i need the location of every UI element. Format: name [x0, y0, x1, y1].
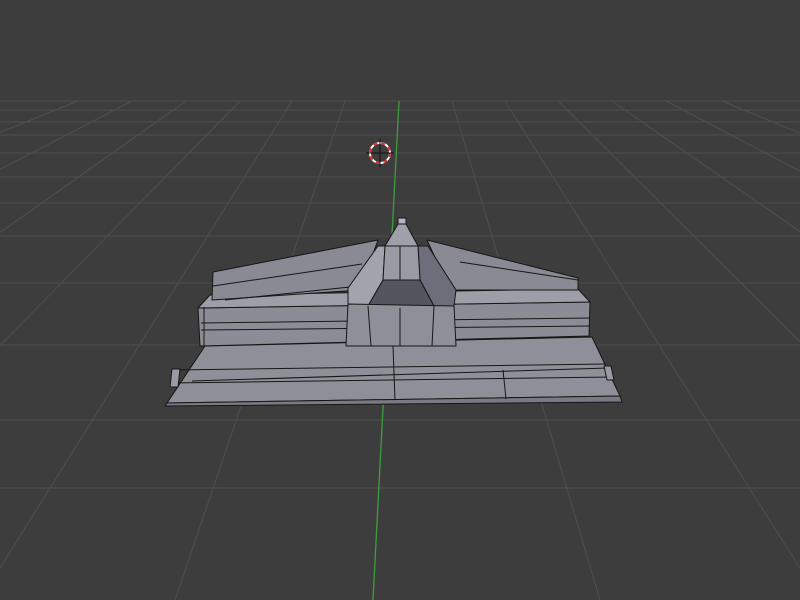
mesh-object[interactable] [164, 217, 623, 407]
mesh-tower-front-upper [382, 245, 421, 281]
mesh-tower-base [345, 303, 457, 347]
3d-viewport[interactable] [0, 0, 800, 600]
mesh-base-tab-left [169, 368, 181, 388]
viewport-canvas[interactable] [0, 0, 800, 600]
mesh-tower-tip [384, 223, 419, 247]
3d-cursor-icon[interactable] [366, 139, 394, 167]
mesh-tower-tip-cap [397, 217, 407, 225]
